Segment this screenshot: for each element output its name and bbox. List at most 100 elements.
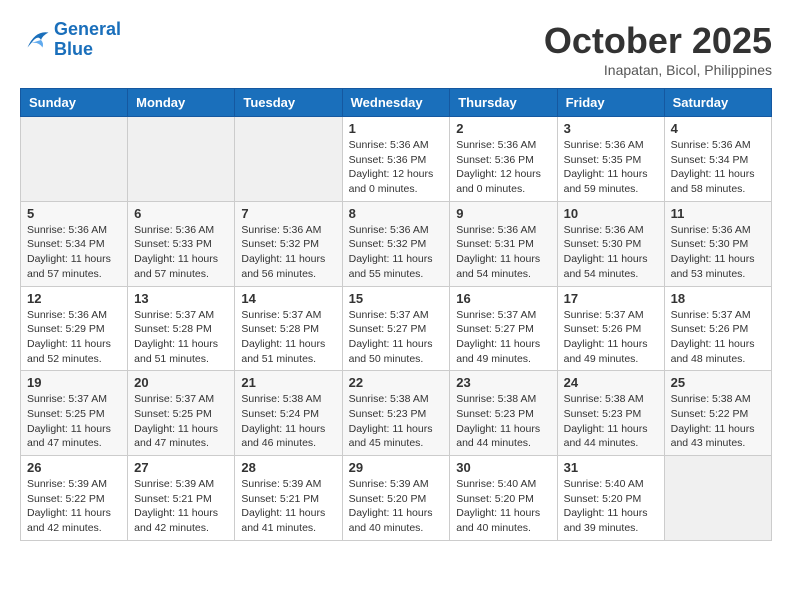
calendar-cell: 3 Sunrise: 5:36 AM Sunset: 5:35 PM Daylig… [557, 117, 664, 202]
day-info: Sunrise: 5:36 AM Sunset: 5:33 PM Dayligh… [134, 223, 228, 282]
day-info: Sunrise: 5:38 AM Sunset: 5:23 PM Dayligh… [456, 392, 550, 451]
calendar-week-row: 26 Sunrise: 5:39 AM Sunset: 5:22 PM Dayli… [21, 456, 772, 541]
day-number: 10 [564, 206, 658, 221]
day-number: 17 [564, 291, 658, 306]
day-info: Sunrise: 5:36 AM Sunset: 5:35 PM Dayligh… [564, 138, 658, 197]
day-number: 11 [671, 206, 765, 221]
weekday-header: Wednesday [342, 89, 450, 117]
calendar-cell: 11 Sunrise: 5:36 AM Sunset: 5:30 PM Dayli… [664, 201, 771, 286]
calendar-table: SundayMondayTuesdayWednesdayThursdayFrid… [20, 88, 772, 541]
day-number: 30 [456, 460, 550, 475]
day-number: 20 [134, 375, 228, 390]
logo-icon [20, 26, 50, 54]
day-number: 26 [27, 460, 121, 475]
day-number: 15 [349, 291, 444, 306]
day-number: 14 [241, 291, 335, 306]
day-number: 7 [241, 206, 335, 221]
calendar-cell: 15Sunrise: 5:37 AM Sunset: 5:27 PM Dayli… [342, 286, 450, 371]
logo: General Blue [20, 20, 121, 60]
calendar-cell: 4 Sunrise: 5:36 AM Sunset: 5:34 PM Daylig… [664, 117, 771, 202]
day-info: Sunrise: 5:36 AM Sunset: 5:29 PM Dayligh… [27, 308, 121, 367]
day-info: Sunrise: 5:36 AM Sunset: 5:30 PM Dayligh… [671, 223, 765, 282]
day-number: 21 [241, 375, 335, 390]
calendar-cell: 24Sunrise: 5:38 AM Sunset: 5:23 PM Dayli… [557, 371, 664, 456]
day-info: Sunrise: 5:40 AM Sunset: 5:20 PM Dayligh… [456, 477, 550, 536]
day-number: 3 [564, 121, 658, 136]
day-info: Sunrise: 5:37 AM Sunset: 5:28 PM Dayligh… [241, 308, 335, 367]
day-info: Sunrise: 5:39 AM Sunset: 5:20 PM Dayligh… [349, 477, 444, 536]
calendar-cell: 16Sunrise: 5:37 AM Sunset: 5:27 PM Dayli… [450, 286, 557, 371]
calendar-cell: 5 Sunrise: 5:36 AM Sunset: 5:34 PM Daylig… [21, 201, 128, 286]
day-info: Sunrise: 5:36 AM Sunset: 5:32 PM Dayligh… [241, 223, 335, 282]
day-info: Sunrise: 5:40 AM Sunset: 5:20 PM Dayligh… [564, 477, 658, 536]
day-number: 16 [456, 291, 550, 306]
calendar-cell: 20 Sunrise: 5:37 AM Sunset: 5:25 PM Dayli… [128, 371, 235, 456]
day-info: Sunrise: 5:36 AM Sunset: 5:30 PM Dayligh… [564, 223, 658, 282]
calendar-cell: 8 Sunrise: 5:36 AM Sunset: 5:32 PM Daylig… [342, 201, 450, 286]
day-number: 9 [456, 206, 550, 221]
calendar-cell: 9 Sunrise: 5:36 AM Sunset: 5:31 PM Daylig… [450, 201, 557, 286]
title-block: October 2025 Inapatan, Bicol, Philippine… [544, 20, 772, 78]
day-number: 19 [27, 375, 121, 390]
day-number: 2 [456, 121, 550, 136]
day-info: Sunrise: 5:37 AM Sunset: 5:25 PM Dayligh… [134, 392, 228, 451]
calendar-cell: 26 Sunrise: 5:39 AM Sunset: 5:22 PM Dayli… [21, 456, 128, 541]
day-info: Sunrise: 5:37 AM Sunset: 5:26 PM Dayligh… [564, 308, 658, 367]
calendar-header-row: SundayMondayTuesdayWednesdayThursdayFrid… [21, 89, 772, 117]
calendar-cell: 1Sunrise: 5:36 AM Sunset: 5:36 PM Daylig… [342, 117, 450, 202]
calendar-cell [21, 117, 128, 202]
day-number: 4 [671, 121, 765, 136]
calendar-week-row: 19 Sunrise: 5:37 AM Sunset: 5:25 PM Dayli… [21, 371, 772, 456]
day-number: 25 [671, 375, 765, 390]
day-number: 28 [241, 460, 335, 475]
calendar-cell: 22Sunrise: 5:38 AM Sunset: 5:23 PM Dayli… [342, 371, 450, 456]
weekday-header: Saturday [664, 89, 771, 117]
calendar-cell: 2 Sunrise: 5:36 AM Sunset: 5:36 PM Daylig… [450, 117, 557, 202]
logo-text: General Blue [54, 20, 121, 60]
day-info: Sunrise: 5:39 AM Sunset: 5:21 PM Dayligh… [134, 477, 228, 536]
day-number: 18 [671, 291, 765, 306]
calendar-cell: 18 Sunrise: 5:37 AM Sunset: 5:26 PM Dayli… [664, 286, 771, 371]
calendar-cell [235, 117, 342, 202]
day-number: 31 [564, 460, 658, 475]
calendar-cell: 23 Sunrise: 5:38 AM Sunset: 5:23 PM Dayli… [450, 371, 557, 456]
day-number: 23 [456, 375, 550, 390]
calendar-cell: 21 Sunrise: 5:38 AM Sunset: 5:24 PM Dayli… [235, 371, 342, 456]
calendar-cell: 17 Sunrise: 5:37 AM Sunset: 5:26 PM Dayli… [557, 286, 664, 371]
day-info: Sunrise: 5:39 AM Sunset: 5:22 PM Dayligh… [27, 477, 121, 536]
day-info: Sunrise: 5:36 AM Sunset: 5:36 PM Dayligh… [349, 138, 444, 197]
calendar-cell [664, 456, 771, 541]
day-info: Sunrise: 5:36 AM Sunset: 5:34 PM Dayligh… [671, 138, 765, 197]
calendar-cell: 12 Sunrise: 5:36 AM Sunset: 5:29 PM Dayli… [21, 286, 128, 371]
day-number: 22 [349, 375, 444, 390]
day-info: Sunrise: 5:36 AM Sunset: 5:34 PM Dayligh… [27, 223, 121, 282]
calendar-cell: 28Sunrise: 5:39 AM Sunset: 5:21 PM Dayli… [235, 456, 342, 541]
calendar-cell: 7 Sunrise: 5:36 AM Sunset: 5:32 PM Daylig… [235, 201, 342, 286]
day-number: 8 [349, 206, 444, 221]
calendar-cell: 6 Sunrise: 5:36 AM Sunset: 5:33 PM Daylig… [128, 201, 235, 286]
day-info: Sunrise: 5:36 AM Sunset: 5:31 PM Dayligh… [456, 223, 550, 282]
day-info: Sunrise: 5:38 AM Sunset: 5:22 PM Dayligh… [671, 392, 765, 451]
calendar-cell: 14 Sunrise: 5:37 AM Sunset: 5:28 PM Dayli… [235, 286, 342, 371]
day-number: 12 [27, 291, 121, 306]
calendar-cell [128, 117, 235, 202]
calendar-cell: 25 Sunrise: 5:38 AM Sunset: 5:22 PM Dayli… [664, 371, 771, 456]
calendar-cell: 10 Sunrise: 5:36 AM Sunset: 5:30 PM Dayli… [557, 201, 664, 286]
calendar-cell: 19Sunrise: 5:37 AM Sunset: 5:25 PM Dayli… [21, 371, 128, 456]
calendar-week-row: 12 Sunrise: 5:36 AM Sunset: 5:29 PM Dayli… [21, 286, 772, 371]
weekday-header: Monday [128, 89, 235, 117]
day-number: 6 [134, 206, 228, 221]
day-number: 27 [134, 460, 228, 475]
day-info: Sunrise: 5:37 AM Sunset: 5:28 PM Dayligh… [134, 308, 228, 367]
day-number: 5 [27, 206, 121, 221]
day-info: Sunrise: 5:36 AM Sunset: 5:32 PM Dayligh… [349, 223, 444, 282]
day-number: 29 [349, 460, 444, 475]
month-title: October 2025 [544, 20, 772, 62]
day-info: Sunrise: 5:37 AM Sunset: 5:26 PM Dayligh… [671, 308, 765, 367]
calendar-week-row: 1Sunrise: 5:36 AM Sunset: 5:36 PM Daylig… [21, 117, 772, 202]
day-info: Sunrise: 5:36 AM Sunset: 5:36 PM Dayligh… [456, 138, 550, 197]
calendar-cell: 13Sunrise: 5:37 AM Sunset: 5:28 PM Dayli… [128, 286, 235, 371]
day-info: Sunrise: 5:38 AM Sunset: 5:24 PM Dayligh… [241, 392, 335, 451]
day-number: 24 [564, 375, 658, 390]
location-subtitle: Inapatan, Bicol, Philippines [544, 62, 772, 78]
